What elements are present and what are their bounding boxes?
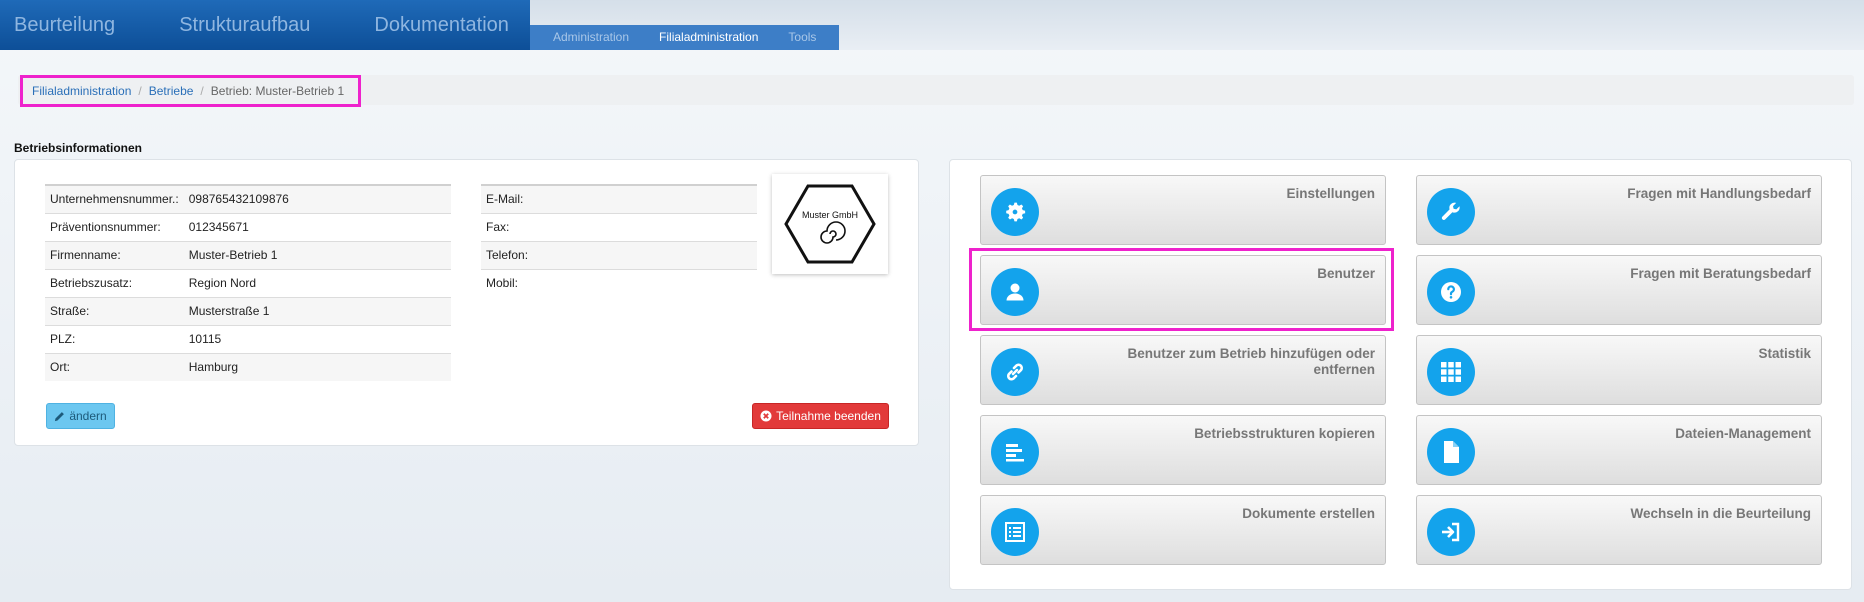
tile-label: Statistik xyxy=(1758,346,1811,361)
tile-fragen-handlungsbedarf[interactable]: Fragen mit Handlungsbedarf xyxy=(1416,175,1822,245)
main-nav: Beurteilung Strukturaufbau Dokumentation xyxy=(0,0,530,50)
subtab-filialadministration[interactable]: Filialadministration xyxy=(644,25,773,50)
section-title: Betriebsinformationen xyxy=(14,141,143,155)
breadcrumb-link-betriebe[interactable]: Betriebe xyxy=(149,84,194,98)
table-row: PLZ: 10115 xyxy=(45,324,451,353)
tile-label: Dateien-Management xyxy=(1675,426,1811,441)
tile-label: Fragen mit Handlungsbedarf xyxy=(1627,186,1811,201)
contact-label: Mobil: xyxy=(481,268,713,297)
tile-label: Einstellungen xyxy=(1286,186,1375,201)
info-label: Unternehmensnummer.: xyxy=(45,184,184,213)
tab-dokumentation[interactable]: Dokumentation xyxy=(360,0,523,50)
contact-value xyxy=(712,184,757,213)
info-value: Muster-Betrieb 1 xyxy=(183,240,451,269)
contact-info-table: E-Mail: Fax: Telefon: Mobil: xyxy=(481,184,757,297)
end-participation-label: Teilnahme beenden xyxy=(776,409,881,423)
table-row: Unternehmensnummer.: 098765432109876 xyxy=(45,184,451,213)
tile-wechseln-beurteilung[interactable]: Wechseln in die Beurteilung xyxy=(1416,495,1822,565)
table-row: Telefon: xyxy=(481,240,757,269)
contact-label: Fax: xyxy=(481,212,713,241)
info-label: PLZ: xyxy=(45,324,184,353)
info-value: 012345671 xyxy=(183,212,451,241)
info-label: Präventionsnummer: xyxy=(45,212,184,241)
grid-icon xyxy=(1427,348,1475,396)
logo-text: Muster GmbH xyxy=(802,210,858,220)
tab-strukturaufbau[interactable]: Strukturaufbau xyxy=(165,0,324,50)
tile-label: Benutzer zum Betrieb hinzufügen oder ent… xyxy=(1127,346,1375,377)
info-label: Betriebszusatz: xyxy=(45,268,184,297)
table-row: Präventionsnummer: 012345671 xyxy=(45,212,451,241)
breadcrumb-separator: / xyxy=(138,84,142,98)
contact-label: Telefon: xyxy=(481,240,713,269)
user-icon xyxy=(991,268,1039,316)
table-row: Fax: xyxy=(481,212,757,241)
sub-nav: Administration Filialadministration Tool… xyxy=(530,25,840,50)
edit-button[interactable]: ändern xyxy=(46,403,115,429)
contact-value xyxy=(712,268,757,297)
tile-dokumente-erstellen[interactable]: Dokumente erstellen xyxy=(980,495,1386,565)
tile-statistik[interactable]: Statistik xyxy=(1416,335,1822,405)
tile-fragen-beratungsbedarf[interactable]: Fragen mit Beratungsbedarf xyxy=(1416,255,1822,325)
end-participation-button[interactable]: Teilnahme beenden xyxy=(752,403,889,429)
breadcrumb-current: Betrieb: Muster-Betrieb 1 xyxy=(210,84,345,98)
tab-beurteilung[interactable]: Beurteilung xyxy=(0,0,129,50)
table-row: E-Mail: xyxy=(481,184,757,213)
table-row: Ort: Hamburg xyxy=(45,352,451,381)
info-label: Straße: xyxy=(45,296,184,325)
wrench-icon xyxy=(1427,188,1475,236)
breadcrumb-separator: / xyxy=(200,84,204,98)
gear-icon xyxy=(991,188,1039,236)
company-logo-graphic: Muster GmbH xyxy=(784,184,876,264)
tile-einstellungen[interactable]: Einstellungen xyxy=(980,175,1386,245)
company-info-panel: Unternehmensnummer.: 098765432109876 Prä… xyxy=(14,159,919,446)
edit-button-label: ändern xyxy=(69,409,107,423)
subtab-tools[interactable]: Tools xyxy=(773,25,831,50)
info-value: 098765432109876 xyxy=(183,184,451,213)
tile-dateien-management[interactable]: Dateien-Management xyxy=(1416,415,1822,485)
contact-value xyxy=(712,240,757,269)
link-icon xyxy=(991,348,1039,396)
tile-benutzer-hinzufuegen[interactable]: Benutzer zum Betrieb hinzufügen oder ent… xyxy=(980,335,1386,405)
pencil-icon xyxy=(55,411,65,421)
tile-label: Benutzer xyxy=(1317,266,1375,281)
info-value: Hamburg xyxy=(183,352,451,381)
tile-label: Fragen mit Beratungsbedarf xyxy=(1630,266,1811,281)
info-value: 10115 xyxy=(183,324,451,353)
bars-icon xyxy=(991,428,1039,476)
question-icon xyxy=(1427,268,1475,316)
tile-label: Betriebsstrukturen kopieren xyxy=(1194,426,1375,441)
company-logo: Muster GmbH xyxy=(772,174,888,274)
list-icon xyxy=(991,508,1039,556)
info-label: Ort: xyxy=(45,352,184,381)
info-value: Musterstraße 1 xyxy=(183,296,451,325)
company-info-table: Unternehmensnummer.: 098765432109876 Prä… xyxy=(45,184,451,381)
table-row: Mobil: xyxy=(481,268,757,297)
breadcrumb: Filialadministration / Betriebe / Betrie… xyxy=(20,75,362,107)
tile-label: Dokumente erstellen xyxy=(1242,506,1375,521)
info-label: Firmenname: xyxy=(45,240,184,269)
contact-label: E-Mail: xyxy=(481,184,713,213)
tile-benutzer[interactable]: Benutzer xyxy=(980,255,1386,325)
breadcrumb-link-filialadministration[interactable]: Filialadministration xyxy=(32,84,131,98)
close-circle-icon xyxy=(760,410,772,422)
info-value: Region Nord xyxy=(183,268,451,297)
table-row: Firmenname: Muster-Betrieb 1 xyxy=(45,240,451,269)
contact-value xyxy=(712,212,757,241)
tile-label: Wechseln in die Beurteilung xyxy=(1630,506,1811,521)
table-row: Straße: Musterstraße 1 xyxy=(45,296,451,325)
actions-panel: Einstellungen Fragen mit Handlungsbedarf… xyxy=(949,159,1852,590)
file-icon xyxy=(1427,428,1475,476)
subtab-administration[interactable]: Administration xyxy=(538,25,644,50)
sign-in-icon xyxy=(1427,508,1475,556)
tile-betriebsstrukturen-kopieren[interactable]: Betriebsstrukturen kopieren xyxy=(980,415,1386,485)
table-row: Betriebszusatz: Region Nord xyxy=(45,268,451,297)
